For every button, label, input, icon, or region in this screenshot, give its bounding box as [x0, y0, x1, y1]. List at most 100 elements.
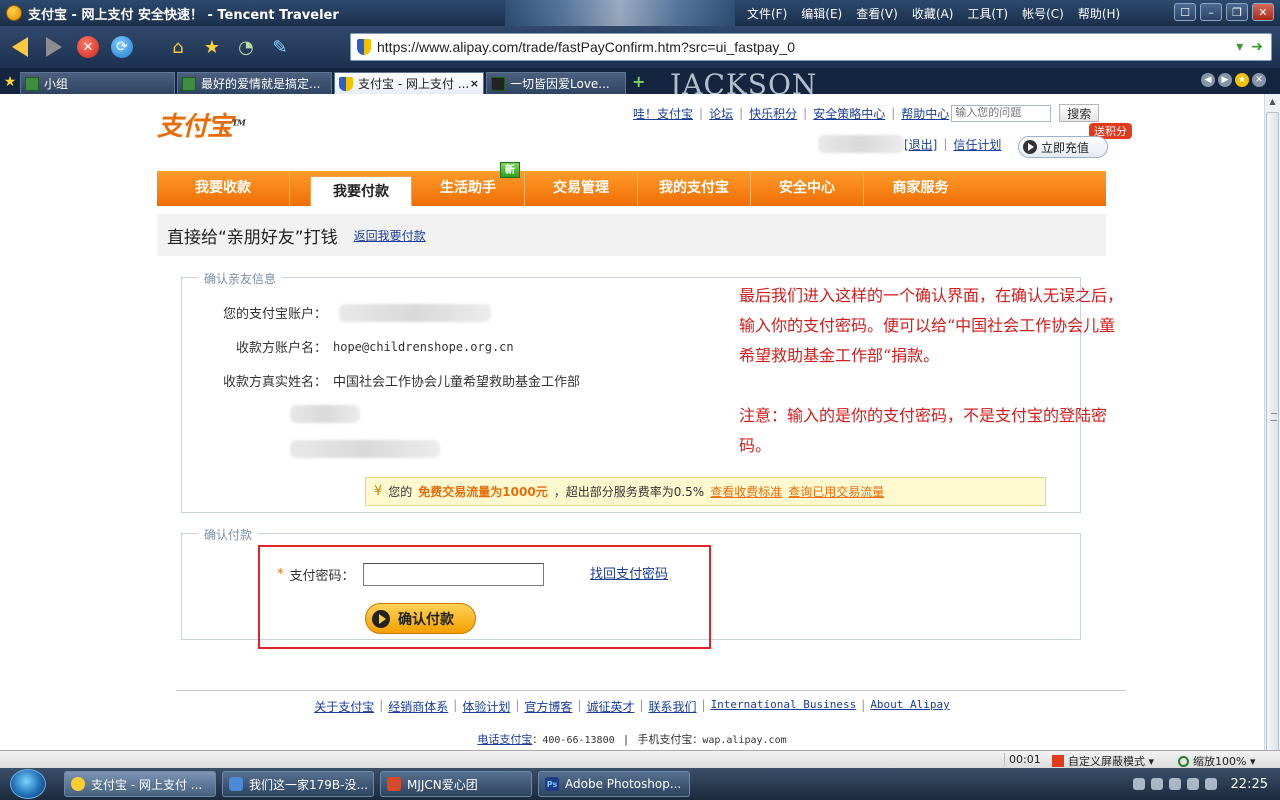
url-input[interactable]: [377, 39, 1237, 55]
payment-password-input[interactable]: [362, 563, 544, 586]
block-mode[interactable]: 自定义屏蔽模式 ▾: [1052, 753, 1154, 769]
footer-international[interactable]: International Business: [711, 698, 857, 715]
keyboard-icon[interactable]: [1132, 778, 1145, 790]
tab-next-icon[interactable]: ▶: [1218, 73, 1232, 87]
block-mode-label: 自定义屏蔽模式: [1068, 755, 1145, 768]
nav-pay[interactable]: 我要付款: [310, 176, 412, 206]
password-row: * 支付密码：: [277, 563, 544, 586]
payee-account-label: 收款方账户名：: [235, 341, 327, 356]
nav-receive[interactable]: 我要收款: [157, 171, 290, 206]
feedback-icon[interactable]: ☐: [1174, 3, 1196, 21]
footer-contact[interactable]: 联系我们: [649, 698, 697, 715]
dropdown-arrow-icon[interactable]: ▾: [1236, 39, 1243, 55]
home-button[interactable]: ⌂: [164, 33, 192, 61]
link-forum[interactable]: 论坛: [709, 105, 733, 122]
menu-account[interactable]: 帐号(C): [1022, 5, 1064, 22]
nav-merchant-services[interactable]: 商家服务: [864, 171, 977, 206]
window-title-bar: 支付宝 - 网上支付 安全快速！ - Tencent Traveler 文件(F…: [0, 0, 1280, 26]
phone-alipay-link[interactable]: 电话支付宝: [477, 733, 532, 746]
play-icon: [372, 609, 390, 628]
footer-experience[interactable]: 体验计划: [462, 698, 510, 715]
network-icon[interactable]: [1186, 778, 1199, 790]
scroll-up-icon[interactable]: ▲: [1265, 94, 1280, 110]
zoom-control[interactable]: 缩放100% ▾: [1178, 753, 1255, 769]
link-wow-alipay[interactable]: 哇！支付宝: [633, 105, 693, 122]
tray-app-icon[interactable]: [1168, 778, 1181, 790]
tab-alipay[interactable]: 支付宝 - 网上支付 ... ×: [334, 72, 484, 94]
refresh-button[interactable]: ⟳: [108, 33, 136, 61]
mobile-url: ：wap.alipay.com: [692, 735, 787, 746]
nav-security-center[interactable]: 安全中心: [751, 171, 864, 206]
search-button[interactable]: 搜索: [1059, 104, 1100, 122]
footer-about[interactable]: 关于支付宝: [314, 698, 374, 715]
task-photoshop[interactable]: Ps Adobe Photoshop...: [538, 771, 690, 797]
task-browser[interactable]: 支付宝 - 网上支付 ...: [64, 771, 216, 797]
back-arrow-icon: [12, 37, 28, 57]
close-tab-icon[interactable]: ×: [470, 77, 479, 90]
top-links: 哇！支付宝| 论坛| 快乐积分| 安全策略中心| 帮助中心 搜索: [633, 104, 1100, 122]
go-arrow-icon[interactable]: ➜: [1251, 39, 1263, 55]
menu-help[interactable]: 帮助(H): [1078, 5, 1120, 22]
forward-button[interactable]: [40, 33, 68, 61]
close-window-button[interactable]: ✕: [1252, 3, 1274, 21]
footer-jobs[interactable]: 诚征英才: [586, 698, 634, 715]
logo-text: 支付宝: [157, 112, 233, 142]
clean-button[interactable]: ✎: [266, 33, 294, 61]
menu-favorites[interactable]: 收藏(A): [912, 5, 954, 22]
window-title: 支付宝 - 网上支付 安全快速！ - Tencent Traveler: [28, 7, 339, 23]
footer-dealers[interactable]: 经销商体系: [388, 698, 448, 715]
restore-button[interactable]: ❐: [1226, 3, 1248, 21]
tray-app-icon[interactable]: [1150, 778, 1163, 790]
trust-plan-link[interactable]: 信任计划: [953, 136, 1001, 153]
link-help-center[interactable]: 帮助中心: [901, 105, 949, 122]
vertical-scrollbar[interactable]: ▲: [1264, 94, 1280, 762]
back-to-pay-link[interactable]: 返回我要付款: [354, 227, 426, 244]
address-bar[interactable]: ▾ ➜: [350, 33, 1272, 61]
start-button[interactable]: [10, 769, 46, 799]
clock[interactable]: 22:25: [1231, 777, 1268, 792]
menu-view[interactable]: 查看(V): [856, 5, 898, 22]
menu-edit[interactable]: 编辑(E): [801, 5, 842, 22]
back-button[interactable]: [6, 33, 34, 61]
footer-about-alipay[interactable]: About Alipay: [870, 698, 949, 715]
link-security-center[interactable]: 安全策略中心: [813, 105, 885, 122]
find-password-link[interactable]: 找回支付密码: [590, 563, 668, 582]
tab-love[interactable]: 一切皆因爱Love...: [486, 72, 626, 94]
fieldset-legend: 确认付款: [198, 526, 259, 543]
window-controls: ☐ – ❐ ✕: [1174, 3, 1274, 21]
tab-label: 最好的爱情就是搞定...: [201, 77, 321, 91]
logout-link[interactable]: [退出]: [904, 136, 937, 153]
nav-label: 生活助手: [440, 180, 496, 196]
tab-group[interactable]: 小组: [20, 72, 175, 94]
tab-label: 支付宝 - 网上支付 ...: [358, 77, 470, 91]
nav-trade-management[interactable]: 交易管理: [525, 171, 638, 206]
menu-file[interactable]: 文件(F): [747, 5, 787, 22]
volume-icon[interactable]: [1204, 778, 1217, 790]
task-mjjcn[interactable]: MJJCN爱心团: [380, 771, 532, 797]
history-button[interactable]: ◔: [232, 33, 260, 61]
stop-button[interactable]: ✕: [74, 33, 102, 61]
tab-love-post[interactable]: 最好的爱情就是搞定...: [177, 72, 332, 94]
task-label: 支付宝 - 网上支付 ...: [91, 777, 203, 792]
confirm-payment-button[interactable]: 确认付款: [365, 603, 476, 634]
link-points[interactable]: 快乐积分: [749, 105, 797, 122]
recharge-button[interactable]: 立即充值: [1018, 136, 1108, 158]
new-tab-icon[interactable]: +: [632, 72, 645, 91]
favorites-star-icon[interactable]: ★: [0, 74, 20, 90]
footer-blog[interactable]: 官方博客: [524, 698, 572, 715]
tab-controls: ◀ ▶ ★ ✕: [1201, 73, 1266, 87]
task-folder[interactable]: 我们这一家179B-没...: [222, 771, 374, 797]
favorites-button[interactable]: ★: [198, 33, 226, 61]
footer-links: 关于支付宝 | 经销商体系 | 体验计划 | 官方博客 | 诚征英才 | 联系我们 | In…: [314, 698, 950, 715]
windows-taskbar: 支付宝 - 网上支付 ... 我们这一家179B-没... MJJCN爱心团 P…: [0, 768, 1280, 800]
nav-life-helper[interactable]: 生活助手新: [412, 162, 525, 206]
help-search-input[interactable]: [951, 104, 1052, 122]
tab-prev-icon[interactable]: ◀: [1201, 73, 1215, 87]
minimize-button[interactable]: –: [1200, 3, 1222, 21]
scroll-thumb[interactable]: [1266, 112, 1279, 762]
menu-tools[interactable]: 工具(T): [967, 5, 1008, 22]
tab-star-icon[interactable]: ★: [1235, 73, 1249, 87]
alipay-logo[interactable]: 支付宝TM: [157, 106, 257, 142]
nav-my-alipay[interactable]: 我的支付宝: [638, 171, 751, 206]
tab-close-icon[interactable]: ✕: [1252, 73, 1266, 87]
